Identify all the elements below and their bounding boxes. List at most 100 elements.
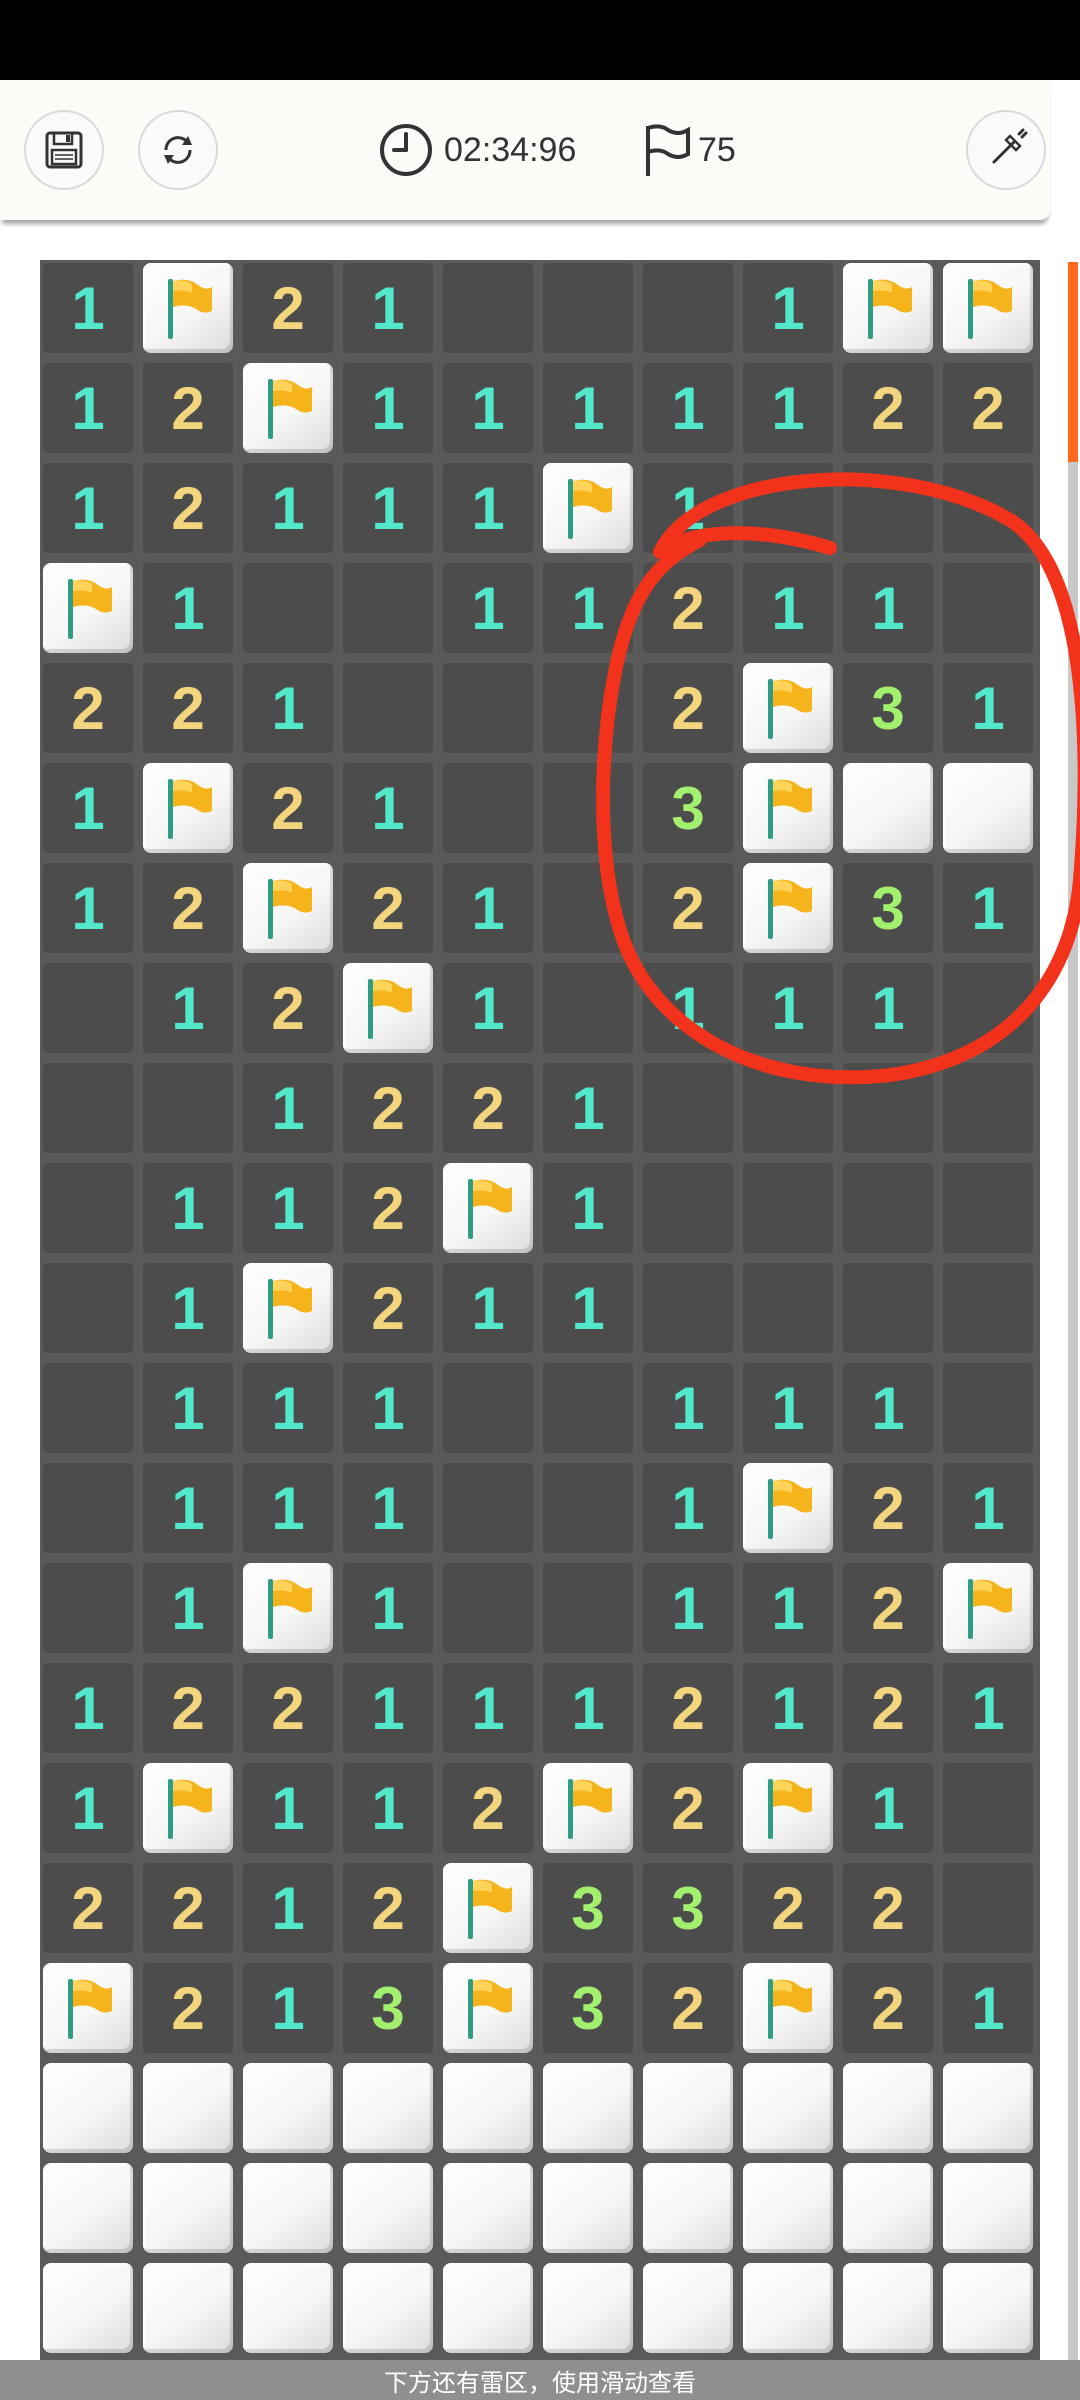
number-cell[interactable]: 1 (743, 363, 833, 453)
flagged-cell[interactable] (243, 863, 333, 953)
number-cell[interactable]: 2 (343, 1063, 433, 1153)
number-cell[interactable]: 2 (743, 1863, 833, 1953)
empty-cell[interactable] (343, 663, 433, 753)
number-cell[interactable]: 1 (343, 1463, 433, 1553)
number-cell[interactable]: 1 (743, 1363, 833, 1453)
flagged-cell[interactable] (743, 763, 833, 853)
empty-cell[interactable] (443, 1463, 533, 1553)
empty-cell[interactable] (743, 463, 833, 553)
empty-cell[interactable] (43, 1063, 133, 1153)
covered-cell[interactable] (443, 2063, 533, 2153)
empty-cell[interactable] (443, 263, 533, 353)
number-cell[interactable]: 1 (43, 1763, 133, 1853)
flagged-cell[interactable] (143, 1763, 233, 1853)
number-cell[interactable]: 2 (143, 663, 233, 753)
number-cell[interactable]: 1 (743, 563, 833, 653)
empty-cell[interactable] (543, 763, 633, 853)
covered-cell[interactable] (243, 2063, 333, 2153)
empty-cell[interactable] (543, 863, 633, 953)
number-cell[interactable]: 1 (43, 863, 133, 953)
empty-cell[interactable] (943, 463, 1033, 553)
covered-cell[interactable] (643, 2263, 733, 2353)
empty-cell[interactable] (343, 563, 433, 653)
empty-cell[interactable] (843, 1063, 933, 1153)
number-cell[interactable]: 2 (343, 1163, 433, 1253)
covered-cell[interactable] (143, 2163, 233, 2253)
covered-cell[interactable] (543, 2263, 633, 2353)
number-cell[interactable]: 1 (743, 263, 833, 353)
number-cell[interactable]: 1 (643, 1563, 733, 1653)
number-cell[interactable]: 2 (843, 1663, 933, 1753)
number-cell[interactable]: 2 (643, 663, 733, 753)
number-cell[interactable]: 1 (843, 963, 933, 1053)
number-cell[interactable]: 1 (243, 663, 333, 753)
number-cell[interactable]: 1 (343, 1763, 433, 1853)
number-cell[interactable]: 1 (543, 363, 633, 453)
covered-cell[interactable] (43, 2063, 133, 2153)
empty-cell[interactable] (843, 463, 933, 553)
covered-cell[interactable] (943, 2163, 1033, 2253)
empty-cell[interactable] (943, 1063, 1033, 1153)
number-cell[interactable]: 2 (643, 1963, 733, 2053)
flagged-cell[interactable] (843, 263, 933, 353)
covered-cell[interactable] (643, 2063, 733, 2153)
empty-cell[interactable] (643, 1263, 733, 1353)
covered-cell[interactable] (843, 2263, 933, 2353)
flagged-cell[interactable] (243, 1563, 333, 1653)
number-cell[interactable]: 2 (143, 1663, 233, 1753)
empty-cell[interactable] (743, 1263, 833, 1353)
flagged-cell[interactable] (143, 763, 233, 853)
covered-cell[interactable] (643, 2163, 733, 2253)
covered-cell[interactable] (143, 2263, 233, 2353)
flagged-cell[interactable] (443, 1863, 533, 1953)
covered-cell[interactable] (543, 2163, 633, 2253)
number-cell[interactable]: 1 (143, 1563, 233, 1653)
number-cell[interactable]: 1 (443, 463, 533, 553)
number-cell[interactable]: 2 (243, 1663, 333, 1753)
empty-cell[interactable] (943, 1263, 1033, 1353)
number-cell[interactable]: 1 (43, 263, 133, 353)
empty-cell[interactable] (643, 263, 733, 353)
covered-cell[interactable] (343, 2263, 433, 2353)
covered-cell[interactable] (743, 2263, 833, 2353)
number-cell[interactable]: 1 (243, 1863, 333, 1953)
number-cell[interactable]: 2 (843, 1463, 933, 1553)
flagged-cell[interactable] (243, 1263, 333, 1353)
number-cell[interactable]: 1 (43, 363, 133, 453)
flagged-cell[interactable] (43, 563, 133, 653)
number-cell[interactable]: 2 (443, 1063, 533, 1153)
flagged-cell[interactable] (743, 663, 833, 753)
empty-cell[interactable] (443, 1563, 533, 1653)
empty-cell[interactable] (543, 263, 633, 353)
number-cell[interactable]: 3 (643, 1863, 733, 1953)
number-cell[interactable]: 1 (543, 563, 633, 653)
empty-cell[interactable] (443, 763, 533, 853)
number-cell[interactable]: 2 (843, 1563, 933, 1653)
empty-cell[interactable] (843, 1163, 933, 1253)
flagged-cell[interactable] (743, 863, 833, 953)
number-cell[interactable]: 2 (843, 1963, 933, 2053)
number-cell[interactable]: 1 (743, 1563, 833, 1653)
number-cell[interactable]: 1 (143, 563, 233, 653)
flagged-cell[interactable] (743, 1763, 833, 1853)
empty-cell[interactable] (43, 1363, 133, 1453)
number-cell[interactable]: 1 (43, 1663, 133, 1753)
number-cell[interactable]: 1 (643, 363, 733, 453)
number-cell[interactable]: 2 (843, 363, 933, 453)
number-cell[interactable]: 1 (243, 1763, 333, 1853)
flagged-cell[interactable] (743, 1963, 833, 2053)
empty-cell[interactable] (943, 1363, 1033, 1453)
number-cell[interactable]: 1 (443, 563, 533, 653)
empty-cell[interactable] (943, 563, 1033, 653)
number-cell[interactable]: 1 (243, 1363, 333, 1453)
number-cell[interactable]: 1 (443, 363, 533, 453)
number-cell[interactable]: 2 (143, 1863, 233, 1953)
number-cell[interactable]: 1 (643, 963, 733, 1053)
number-cell[interactable]: 1 (543, 1263, 633, 1353)
number-cell[interactable]: 1 (243, 1163, 333, 1253)
number-cell[interactable]: 1 (243, 463, 333, 553)
number-cell[interactable]: 2 (943, 363, 1033, 453)
number-cell[interactable]: 2 (243, 263, 333, 353)
empty-cell[interactable] (443, 1363, 533, 1453)
number-cell[interactable]: 2 (343, 863, 433, 953)
